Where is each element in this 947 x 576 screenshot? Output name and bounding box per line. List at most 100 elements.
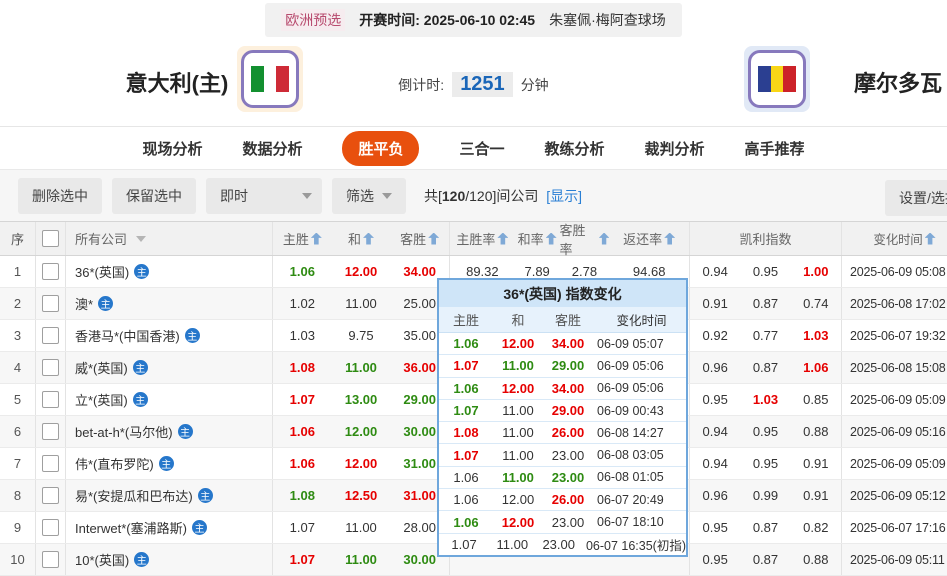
kelly-home: 0.92 (690, 328, 740, 343)
header-home-rate[interactable]: 主胜率 (450, 229, 515, 248)
rate-draw: 7.89 (515, 264, 560, 279)
settings-button[interactable]: 设置/选择 (885, 180, 947, 216)
chevron-down-icon (136, 236, 146, 242)
header-draw-rate[interactable]: 和率 (515, 229, 560, 248)
row-checkbox[interactable] (42, 455, 59, 472)
row-index: 8 (0, 480, 36, 511)
company-cell[interactable]: 澳*主 (66, 288, 273, 319)
popup-odds-home: 1.06 (439, 470, 493, 485)
odds-cell: 1.0812.5031.00 (273, 480, 450, 511)
row-checkbox-cell (36, 384, 66, 415)
header-away-odds[interactable]: 客胜 (390, 229, 449, 248)
tab-data-analysis[interactable]: 数据分析 (242, 138, 302, 159)
change-time: 2025-06-09 05:11 (842, 544, 947, 575)
filter-dropdown[interactable]: 筛选 (332, 178, 406, 214)
popup-odds-home: 1.07 (439, 537, 489, 552)
tab-three-in-one[interactable]: 三合一 (459, 138, 504, 159)
row-checkbox[interactable] (42, 263, 59, 280)
odds-home: 1.07 (273, 392, 332, 407)
company-cell[interactable]: 威*(英国)主 (66, 352, 273, 383)
kelly-cell: 0.940.950.91 (690, 448, 842, 479)
tab-coach-analysis[interactable]: 教练分析 (545, 138, 605, 159)
company-cell[interactable]: 香港马*(中国香港)主 (66, 320, 273, 351)
header-away-rate[interactable]: 客胜率 (560, 220, 610, 258)
kelly-away: 1.03 (791, 328, 841, 343)
row-checkbox-cell (36, 480, 66, 511)
odds-history-popup: 36*(英国) 指数变化 主胜 和 客胜 变化时间 1.0612.0034.00… (437, 278, 688, 557)
popup-odds-draw: 12.00 (493, 515, 543, 530)
company-name: 威*(英国) (75, 358, 128, 377)
row-checkbox-cell (36, 288, 66, 319)
venue-name: 朱塞佩·梅阿查球场 (549, 10, 666, 30)
popup-odds-home: 1.07 (439, 403, 493, 418)
kelly-away: 0.88 (791, 424, 841, 439)
company-cell[interactable]: 伟*(直布罗陀)主 (66, 448, 273, 479)
kelly-home: 0.95 (690, 392, 740, 407)
count-total: /120]间公司 (465, 188, 538, 204)
header-draw-rate-label: 和率 (518, 229, 544, 248)
row-checkbox[interactable] (42, 487, 59, 504)
company-cell[interactable]: 36*(英国)主 (66, 256, 273, 287)
popup-time: 06-09 00:43 (593, 404, 686, 418)
tab-expert-recommend[interactable]: 高手推荐 (745, 138, 805, 159)
popup-odds-home: 1.06 (439, 336, 493, 351)
popup-odds-away: 23.00 (543, 470, 593, 485)
company-cell[interactable]: Interwet*(塞浦路斯)主 (66, 512, 273, 543)
company-cell[interactable]: 立*(英国)主 (66, 384, 273, 415)
row-checkbox-cell (36, 512, 66, 543)
count-prefix: 共[ (424, 188, 442, 204)
popup-odds-draw: 12.00 (493, 492, 543, 507)
row-index: 1 (0, 256, 36, 287)
kelly-draw: 0.87 (740, 296, 790, 311)
tab-live-analysis[interactable]: 现场分析 (142, 138, 202, 159)
toolbar: 删除选中 保留选中 即时 筛选 共[120/120]间公司 [显示] 设置/选择 (0, 169, 947, 221)
header-company[interactable]: 所有公司 (66, 222, 273, 255)
row-checkbox[interactable] (42, 423, 59, 440)
popup-odds-away: 26.00 (543, 425, 593, 440)
company-cell[interactable]: bet-at-h*(马尔他)主 (66, 416, 273, 447)
odds-cell: 1.039.7535.00 (273, 320, 450, 351)
popup-odds-away: 29.00 (543, 358, 593, 373)
row-checkbox[interactable] (42, 391, 59, 408)
keep-selected-button[interactable]: 保留选中 (112, 178, 196, 214)
header-draw-odds[interactable]: 和 (332, 229, 391, 248)
row-checkbox[interactable] (42, 519, 59, 536)
kelly-cell: 0.910.870.74 (690, 288, 842, 319)
popup-time: 06-07 16:35(初指) (582, 535, 686, 554)
company-cell[interactable]: 易*(安提瓜和巴布达)主 (66, 480, 273, 511)
match-info-bar: 欧洲预选 开赛时间: 2025-06-10 02:45 朱塞佩·梅阿查球场 (0, 0, 947, 40)
select-all-checkbox[interactable] (42, 230, 59, 247)
company-name: 澳* (75, 294, 93, 313)
odds-draw: 12.00 (332, 424, 391, 439)
delete-selected-button[interactable]: 删除选中 (18, 178, 102, 214)
header-return-rate[interactable]: 返还率 (609, 229, 689, 248)
popup-odds-away: 23.00 (536, 537, 582, 552)
row-checkbox[interactable] (42, 359, 59, 376)
popup-odds-draw: 11.00 (493, 425, 543, 440)
row-checkbox[interactable] (42, 295, 59, 312)
tab-referee-analysis[interactable]: 裁判分析 (645, 138, 705, 159)
header-change-time[interactable]: 变化时间 (842, 222, 947, 255)
popup-time: 06-09 05:06 (593, 381, 686, 395)
odds-home: 1.08 (273, 360, 332, 375)
header-home-odds[interactable]: 主胜 (273, 229, 332, 248)
show-link[interactable]: [显示] (546, 188, 582, 204)
kelly-away: 0.88 (791, 552, 841, 567)
popup-odds-draw: 11.00 (493, 403, 543, 418)
tab-win-draw-loss[interactable]: 胜平负 (342, 131, 419, 166)
row-checkbox[interactable] (42, 551, 59, 568)
time-mode-dropdown[interactable]: 即时 (206, 178, 322, 214)
odds-draw: 9.75 (332, 328, 391, 343)
popup-time: 06-07 20:49 (593, 493, 686, 507)
odds-draw: 13.00 (332, 392, 391, 407)
kelly-cell: 0.920.771.03 (690, 320, 842, 351)
company-name: bet-at-h*(马尔他) (75, 422, 173, 441)
change-time: 2025-06-09 05:09 (842, 384, 947, 415)
company-cell[interactable]: 10*(英国)主 (66, 544, 273, 575)
popup-time: 06-07 18:10 (593, 515, 686, 529)
rate-away: 2.78 (560, 264, 610, 279)
countdown-value: 1251 (452, 72, 513, 97)
kelly-cell: 0.940.951.00 (690, 256, 842, 287)
popup-odds-draw: 11.00 (493, 470, 543, 485)
row-checkbox[interactable] (42, 327, 59, 344)
